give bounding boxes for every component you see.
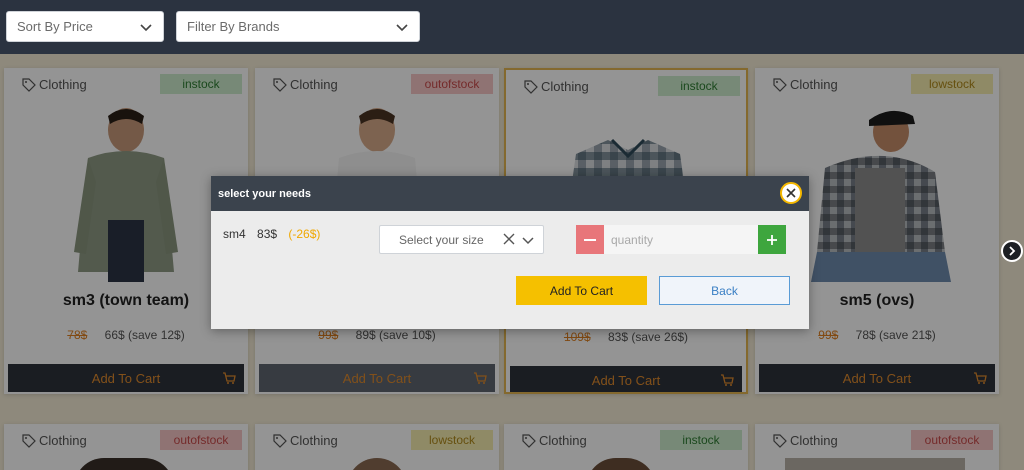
- sort-dropdown-label: Sort By Price: [17, 19, 93, 34]
- clear-icon[interactable]: [503, 233, 515, 245]
- modal-back-button[interactable]: Back: [659, 276, 790, 305]
- brand-dropdown-label: Filter By Brands: [187, 19, 280, 34]
- modal-product-info: sm4 83$ (-26$): [223, 227, 328, 241]
- quantity-input[interactable]: [604, 225, 758, 254]
- modal-title: select your needs: [211, 176, 809, 211]
- chevron-down-icon[interactable]: [521, 233, 535, 247]
- size-placeholder: Select your size: [399, 232, 484, 247]
- quantity-decrement-button[interactable]: [576, 225, 604, 254]
- chevron-down-icon: [140, 23, 152, 31]
- minus-icon: [584, 238, 596, 241]
- product-code: sm4: [223, 227, 246, 241]
- modal-add-to-cart-button[interactable]: Add To Cart: [516, 276, 647, 305]
- quantity-increment-button[interactable]: [758, 225, 786, 254]
- sort-by-price-dropdown[interactable]: Sort By Price: [6, 11, 164, 42]
- plus-icon: [767, 234, 777, 245]
- chevron-right-icon: [1009, 246, 1016, 256]
- filter-by-brands-dropdown[interactable]: Filter By Brands: [176, 11, 420, 42]
- select-needs-modal: select your needs sm4 83$ (-26$) Select …: [211, 176, 809, 329]
- close-icon: [786, 188, 796, 198]
- top-filter-bar: Sort By Price Filter By Brands: [0, 0, 1024, 54]
- product-price: 83$: [257, 227, 278, 241]
- next-page-button[interactable]: [1001, 240, 1023, 262]
- chevron-down-icon: [396, 23, 408, 31]
- product-discount: (-26$): [288, 227, 321, 241]
- size-select[interactable]: Select your size: [379, 225, 544, 254]
- modal-close-button[interactable]: [780, 182, 802, 204]
